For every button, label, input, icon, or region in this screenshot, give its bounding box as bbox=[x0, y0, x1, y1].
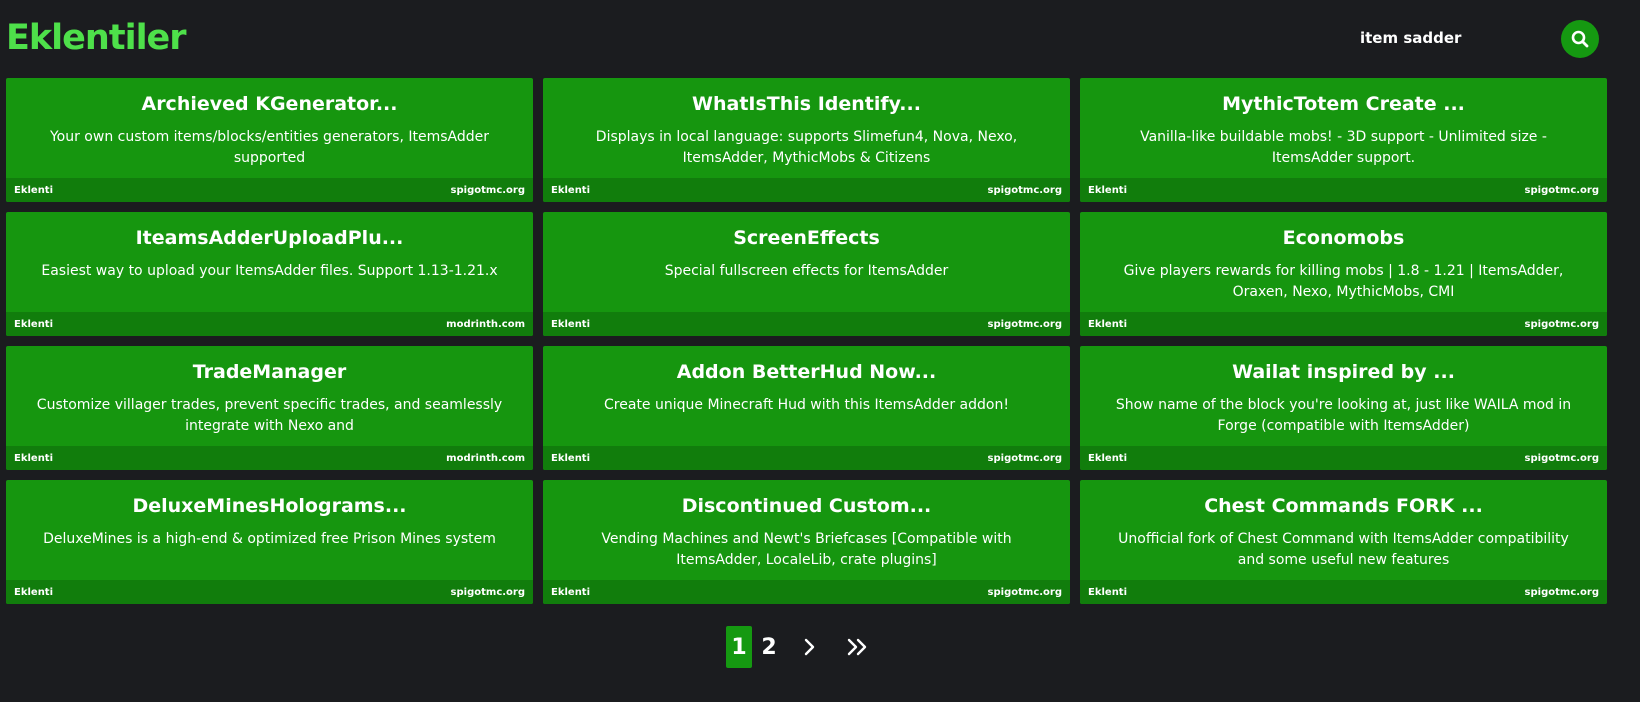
plugin-title: ScreenEffects bbox=[733, 227, 880, 249]
plugin-description: DeluxeMines is a high-end & optimized fr… bbox=[43, 531, 496, 547]
plugin-title: Archieved KGenerator... bbox=[141, 93, 398, 115]
plugin-title: Chest Commands FORK ... bbox=[1204, 495, 1483, 517]
plugin-source-label: modrinth.com bbox=[446, 318, 525, 330]
plugin-card[interactable]: WhatIsThis Identify... Displays in local… bbox=[543, 78, 1070, 202]
plugin-card-footer: Eklenti spigotmc.org bbox=[6, 580, 533, 604]
plugin-type-label: Eklenti bbox=[1088, 318, 1128, 330]
plugin-card-footer: Eklenti spigotmc.org bbox=[543, 446, 1070, 470]
plugin-card[interactable]: Addon BetterHud Now... Create unique Min… bbox=[543, 346, 1070, 470]
plugin-card-footer: Eklenti spigotmc.org bbox=[543, 312, 1070, 336]
plugin-card[interactable]: DeluxeMinesHolograms... DeluxeMines is a… bbox=[6, 480, 533, 604]
plugin-description: Unofficial fork of Chest Command with It… bbox=[1118, 531, 1569, 568]
plugin-source-label: spigotmc.org bbox=[1524, 586, 1599, 598]
search-button[interactable] bbox=[1561, 20, 1599, 58]
plugin-card[interactable]: MythicTotem Create ... Vanilla-like buil… bbox=[1080, 78, 1607, 202]
plugin-description: Vending Machines and Newt's Briefcases [… bbox=[601, 531, 1012, 568]
plugin-type-label: Eklenti bbox=[551, 586, 591, 598]
plugin-grid: Archieved KGenerator... Your own custom … bbox=[6, 78, 1607, 604]
search-icon bbox=[1571, 30, 1589, 48]
plugin-title: WhatIsThis Identify... bbox=[692, 93, 921, 115]
plugin-title: TradeManager bbox=[192, 361, 347, 383]
plugin-card-footer: Eklenti spigotmc.org bbox=[543, 580, 1070, 604]
plugin-description: Special fullscreen effects for ItemsAdde… bbox=[664, 263, 949, 279]
plugin-card-footer: Eklenti spigotmc.org bbox=[1080, 312, 1607, 336]
plugin-title: Wailat inspired by ... bbox=[1232, 361, 1455, 383]
plugin-description: Displays in local language: supports Sli… bbox=[595, 129, 1018, 166]
plugin-type-label: Eklenti bbox=[551, 318, 591, 330]
plugin-card[interactable]: Discontinued Custom... Vending Machines … bbox=[543, 480, 1070, 604]
plugin-card-footer: Eklenti modrinth.com bbox=[6, 312, 533, 336]
plugin-source-label: spigotmc.org bbox=[450, 586, 525, 598]
plugin-description: Show name of the block you're looking at… bbox=[1115, 397, 1572, 434]
plugin-title: DeluxeMinesHolograms... bbox=[132, 495, 407, 517]
page-title: Eklentiler bbox=[6, 18, 187, 58]
plugin-card-footer: Eklenti spigotmc.org bbox=[6, 178, 533, 202]
plugin-title: Addon BetterHud Now... bbox=[676, 361, 937, 383]
plugin-card-footer: Eklenti spigotmc.org bbox=[1080, 580, 1607, 604]
plugins-page: Eklentiler Archieved KGenerator... Your … bbox=[0, 0, 1640, 702]
plugin-title: MythicTotem Create ... bbox=[1222, 93, 1465, 115]
plugin-title: Discontinued Custom... bbox=[681, 495, 932, 517]
plugin-card[interactable]: Archieved KGenerator... Your own custom … bbox=[6, 78, 533, 202]
pagination: 1 2 bbox=[726, 626, 882, 668]
plugin-type-label: Eklenti bbox=[14, 586, 54, 598]
plugin-card[interactable]: Chest Commands FORK ... Unofficial fork … bbox=[1080, 480, 1607, 604]
plugin-card[interactable]: TradeManager Customize villager trades, … bbox=[6, 346, 533, 470]
plugin-type-label: Eklenti bbox=[1088, 184, 1128, 196]
plugin-source-label: spigotmc.org bbox=[1524, 184, 1599, 196]
plugin-source-label: spigotmc.org bbox=[987, 452, 1062, 464]
plugin-source-label: spigotmc.org bbox=[450, 184, 525, 196]
plugin-title: IteamsAdderUploadPlu... bbox=[135, 227, 404, 249]
plugin-description: Easiest way to upload your ItemsAdder fi… bbox=[41, 263, 498, 279]
plugin-source-label: spigotmc.org bbox=[1524, 452, 1599, 464]
next-page-button[interactable] bbox=[786, 626, 834, 668]
page-1-button[interactable]: 1 bbox=[726, 626, 752, 668]
plugin-type-label: Eklenti bbox=[14, 318, 54, 330]
chevron-right-icon bbox=[804, 638, 815, 656]
plugin-type-label: Eklenti bbox=[551, 184, 591, 196]
plugin-source-label: spigotmc.org bbox=[987, 586, 1062, 598]
plugin-source-label: spigotmc.org bbox=[1524, 318, 1599, 330]
plugin-type-label: Eklenti bbox=[1088, 586, 1128, 598]
plugin-type-label: Eklenti bbox=[14, 452, 54, 464]
last-page-button[interactable] bbox=[834, 626, 882, 668]
plugin-description: Give players rewards for killing mobs | … bbox=[1123, 263, 1564, 300]
plugin-card[interactable]: ScreenEffects Special fullscreen effects… bbox=[543, 212, 1070, 336]
plugin-card-footer: Eklenti spigotmc.org bbox=[1080, 446, 1607, 470]
plugin-source-label: spigotmc.org bbox=[987, 184, 1062, 196]
plugin-card[interactable]: Wailat inspired by ... Show name of the … bbox=[1080, 346, 1607, 470]
plugin-description: Vanilla-like buildable mobs! - 3D suppor… bbox=[1140, 129, 1547, 166]
search-input[interactable] bbox=[1360, 20, 1560, 56]
plugin-source-label: spigotmc.org bbox=[987, 318, 1062, 330]
plugin-type-label: Eklenti bbox=[1088, 452, 1128, 464]
plugin-type-label: Eklenti bbox=[14, 184, 54, 196]
page-2-button[interactable]: 2 bbox=[752, 626, 786, 668]
plugin-source-label: modrinth.com bbox=[446, 452, 525, 464]
plugin-description: Customize villager trades, prevent speci… bbox=[36, 397, 503, 434]
plugin-card[interactable]: IteamsAdderUploadPlu... Easiest way to u… bbox=[6, 212, 533, 336]
plugin-description: Create unique Minecraft Hud with this It… bbox=[604, 397, 1009, 413]
plugin-description: Your own custom items/blocks/entities ge… bbox=[49, 129, 490, 166]
plugin-title: Economobs bbox=[1282, 227, 1405, 249]
plugin-card-footer: Eklenti spigotmc.org bbox=[1080, 178, 1607, 202]
double-chevron-right-icon bbox=[847, 638, 867, 656]
plugin-type-label: Eklenti bbox=[551, 452, 591, 464]
plugin-card-footer: Eklenti spigotmc.org bbox=[543, 178, 1070, 202]
plugin-card-footer: Eklenti modrinth.com bbox=[6, 446, 533, 470]
plugin-card[interactable]: Economobs Give players rewards for killi… bbox=[1080, 212, 1607, 336]
